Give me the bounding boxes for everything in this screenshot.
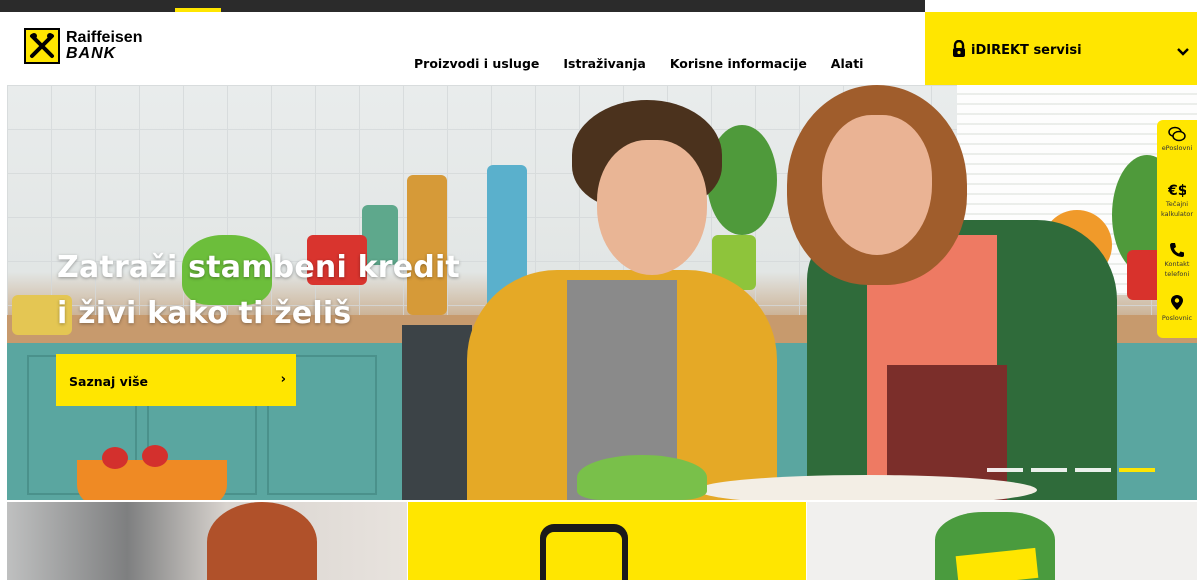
- sidebar-item-label: Kontakt: [1164, 260, 1190, 268]
- idirekt-services-button[interactable]: iDIREKT servisi: [925, 12, 1197, 85]
- plate: [697, 475, 1037, 500]
- oven: [402, 325, 472, 500]
- chevron-down-icon: [1177, 48, 1189, 56]
- svg-text:€$: €$: [1168, 183, 1186, 198]
- salad: [577, 455, 707, 500]
- hero-headline-line2: i živi kako ti želiš: [57, 296, 352, 331]
- apple: [102, 447, 128, 469]
- cta-label: Saznaj više: [69, 374, 149, 389]
- location-pin-icon: [1171, 295, 1183, 310]
- carousel-dot-active[interactable]: [1119, 468, 1155, 472]
- logo-name-line2: BANK: [66, 45, 117, 62]
- hero-headline: Zatraži stambeni kredit i živi kako ti ž…: [57, 245, 460, 337]
- idirekt-label: iDIREKT servisi: [971, 43, 1082, 58]
- sidebar-item-poslovnice[interactable]: Poslovnic: [1157, 288, 1197, 342]
- hero-banner: Zatraži stambeni kredit i živi kako ti ž…: [7, 85, 1197, 500]
- chat-bubbles-icon: [1168, 126, 1186, 142]
- raiffeisen-logo[interactable]: Raiffeisen BANK: [24, 28, 142, 64]
- chevron-right-icon: ›: [280, 372, 286, 387]
- man-face: [597, 140, 707, 275]
- carousel-dot[interactable]: [987, 468, 1023, 472]
- phone-icon: [1170, 243, 1184, 257]
- woman-face: [822, 115, 932, 255]
- apple: [142, 445, 168, 467]
- smartphone-image: [540, 524, 628, 580]
- logo-name-line1: Raiffeisen: [66, 29, 143, 46]
- teaser-card[interactable]: [807, 502, 1197, 580]
- carousel-dot[interactable]: [1031, 468, 1067, 472]
- sidebar-item-label: Tečajni: [1165, 200, 1189, 208]
- sidebar-item-label: kalkulator: [1160, 210, 1194, 218]
- quick-links-sidebar: ePoslovni €$ Tečajni kalkulator Kontakt …: [1157, 120, 1197, 338]
- nav-item-alati[interactable]: Alati: [831, 56, 864, 71]
- carousel-indicators: [987, 468, 1155, 472]
- teaser-card[interactable]: [7, 502, 407, 580]
- currency-exchange-icon: €$: [1168, 183, 1186, 198]
- main-nav: Proizvodi i usluge Istraživanja Korisne …: [414, 56, 887, 71]
- hero-headline-line1: Zatraži stambeni kredit: [57, 250, 460, 285]
- carousel-dot[interactable]: [1075, 468, 1111, 472]
- raiffeisen-logo-mark-icon: [24, 28, 60, 64]
- site-header: Raiffeisen BANK Proizvodi i usluge Istra…: [0, 12, 1197, 85]
- lock-icon: [953, 40, 965, 57]
- sidebar-item-kontakt-telefoni[interactable]: Kontakt telefoni: [1157, 236, 1197, 290]
- sidebar-item-tecajni-kalkulator[interactable]: €$ Tečajni kalkulator: [1157, 174, 1197, 228]
- teaser-cards: [7, 502, 1197, 580]
- phone-screen: [546, 532, 622, 580]
- sidebar-item-label: telefoni: [1164, 270, 1190, 278]
- nav-item-proizvodi[interactable]: Proizvodi i usluge: [414, 56, 539, 71]
- sidebar-item-eposlovni[interactable]: ePoslovni: [1157, 120, 1197, 174]
- teaser-card[interactable]: [408, 502, 806, 580]
- saznaj-vise-button[interactable]: Saznaj više ›: [56, 354, 296, 406]
- sidebar-item-label: Poslovnic: [1161, 314, 1193, 322]
- nav-item-istrazivanja[interactable]: Istraživanja: [563, 56, 645, 71]
- sidebar-item-label: ePoslovni: [1161, 144, 1193, 152]
- top-strip: [0, 0, 925, 12]
- woman-hair: [207, 502, 317, 580]
- nav-item-korisne-informacije[interactable]: Korisne informacije: [670, 56, 807, 71]
